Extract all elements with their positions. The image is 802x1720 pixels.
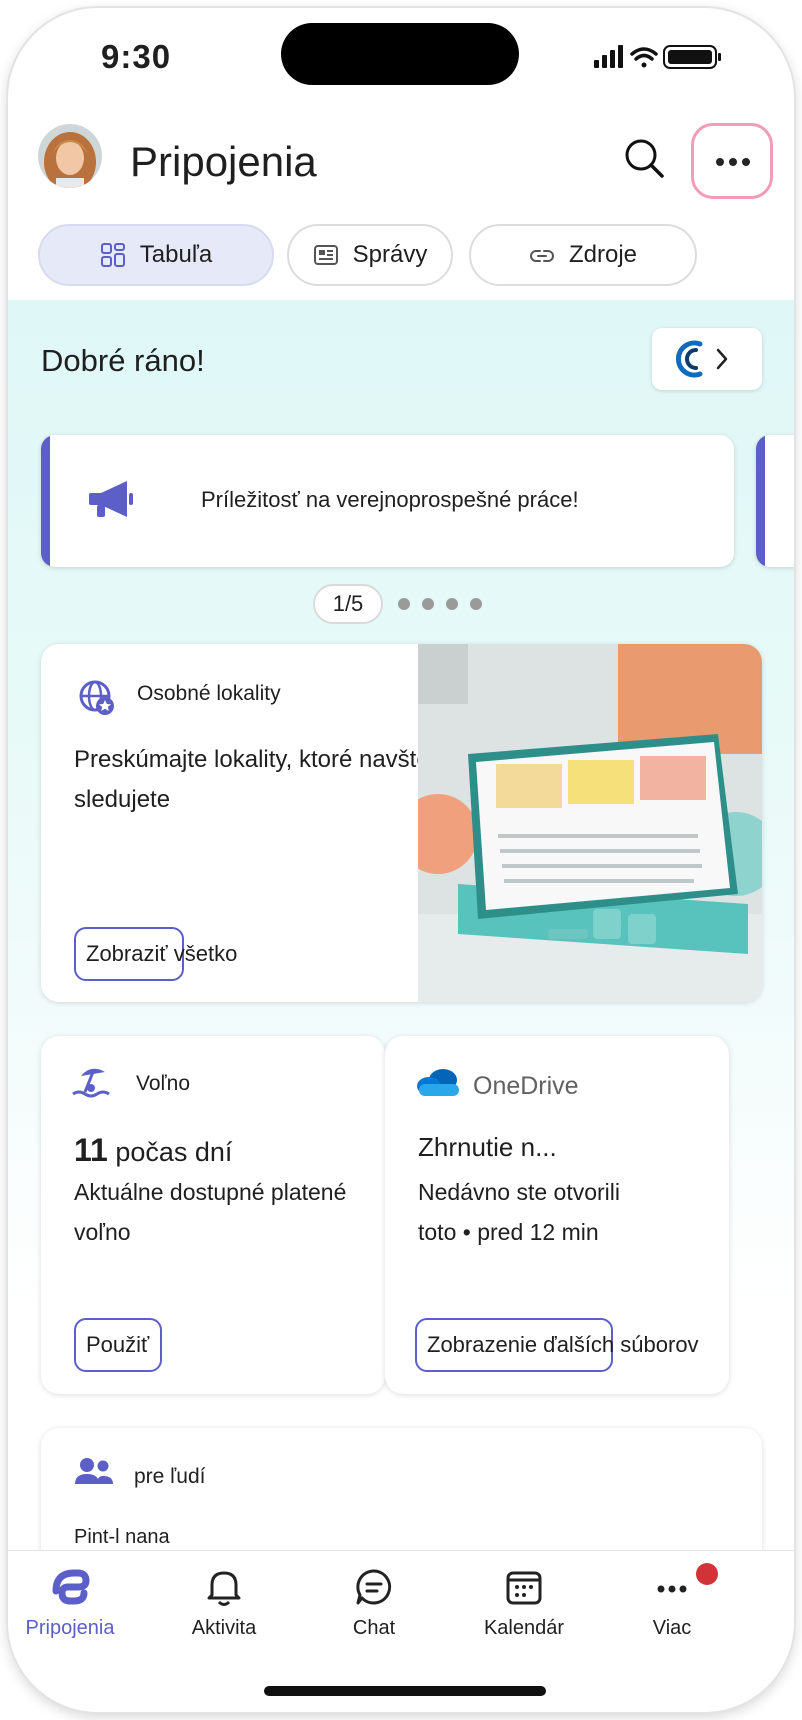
nav-label: Chat [352, 1617, 396, 1639]
nav-item-connections[interactable]: Pripojenia [8, 1565, 140, 1640]
people-icon [75, 1458, 113, 1484]
calendar-icon [506, 1571, 542, 1605]
nav-label: Pripojenia [25, 1617, 115, 1639]
more-icon [657, 1585, 687, 1593]
nav-item-activity[interactable]: Aktivita [154, 1565, 294, 1640]
battery-icon [663, 45, 721, 69]
dynamic-island [281, 23, 519, 85]
view-more-files-button[interactable]: Zobrazenie ďalších súborov [415, 1318, 699, 1372]
personal-sites-card[interactable]: Osobné lokality Preskúmajte lokality, kt… [41, 644, 762, 1002]
dashboard-icon [100, 243, 125, 267]
card-title: Zhrnutie n... [418, 1132, 557, 1162]
card-description: Aktuálne dostupné platené voľno [74, 1179, 347, 1245]
page-title: Pripojenia [130, 138, 317, 185]
nav-item-more[interactable]: Viac [602, 1563, 742, 1640]
search-button[interactable] [620, 134, 670, 184]
tablet-illustration [418, 644, 762, 1002]
beach-icon [72, 1068, 110, 1098]
card-label: Osobné lokality [137, 682, 281, 705]
person-name: Pint-l nana [74, 1526, 170, 1548]
tab-label: Zdroje [568, 241, 638, 268]
use-button[interactable]: Použiť [74, 1318, 162, 1372]
more-icon [716, 158, 724, 166]
carousel-dot[interactable] [398, 598, 410, 610]
status-time: 9:30 [101, 38, 172, 75]
chat-icon [356, 1569, 392, 1605]
link-icon [530, 250, 554, 262]
carousel-dot[interactable] [446, 598, 458, 610]
connections-icon [52, 1569, 90, 1605]
greeting: Dobré ráno! [41, 343, 205, 378]
onedrive-icon [417, 1069, 459, 1096]
announcement-text: Príležitosť na verejnoprospešné práce! [201, 487, 579, 512]
bell-icon [207, 1571, 241, 1606]
notification-badge [696, 1563, 718, 1585]
megaphone-icon [89, 481, 133, 517]
copilot-button[interactable] [652, 328, 762, 390]
time-off-card[interactable]: Voľno 11 počas dní Aktuálne dostupné pla… [41, 1036, 385, 1394]
avatar[interactable] [38, 124, 102, 188]
onedrive-card[interactable]: OneDrive Zhrnutie n... Nedávno ste otvor… [385, 1036, 729, 1394]
more-options-button[interactable] [691, 123, 773, 199]
card-label: pre ľudí [134, 1465, 206, 1488]
news-icon [313, 245, 338, 265]
phone-frame: 9:30 Pripojenia Tabuľa Správy Zdroje Dob… [8, 8, 794, 1712]
tab-label: Správy [352, 241, 428, 268]
card-description: Nedávno ste otvorili toto • pred 12 min [418, 1179, 620, 1245]
nav-label: Aktivita [191, 1617, 257, 1639]
announcement-accent [41, 435, 50, 567]
carousel-dot[interactable] [470, 598, 482, 610]
copilot-icon [676, 340, 728, 378]
next-announcement-card[interactable] [756, 435, 794, 567]
card-label: OneDrive [473, 1072, 579, 1100]
card-label: Voľno [136, 1072, 191, 1095]
home-indicator[interactable] [264, 1686, 546, 1696]
tab-label: Tabuľa [139, 241, 213, 268]
signal-icon [594, 45, 623, 68]
tab-news[interactable]: Správy [287, 224, 453, 286]
globe-star-icon [79, 680, 114, 715]
carousel-dot[interactable] [422, 598, 434, 610]
tab-resources[interactable]: Zdroje [469, 224, 697, 286]
status-icons [594, 45, 721, 69]
nav-item-chat[interactable]: Chat [304, 1565, 444, 1640]
wifi-icon [630, 47, 658, 68]
nav-label: Viac [652, 1617, 692, 1639]
view-all-button[interactable]: Zobraziť všetko [74, 927, 237, 981]
announcement-card[interactable]: Príležitosť na verejnoprospešné práce! [41, 435, 734, 567]
time-off-balance: 11 počas dní [74, 1132, 233, 1168]
tab-dashboard[interactable]: Tabuľa [38, 224, 274, 286]
carousel-pager: 1/5 [313, 584, 383, 624]
search-icon [625, 139, 664, 178]
nav-label: Kalendár [483, 1617, 565, 1639]
nav-item-calendar[interactable]: Kalendár [454, 1565, 594, 1640]
